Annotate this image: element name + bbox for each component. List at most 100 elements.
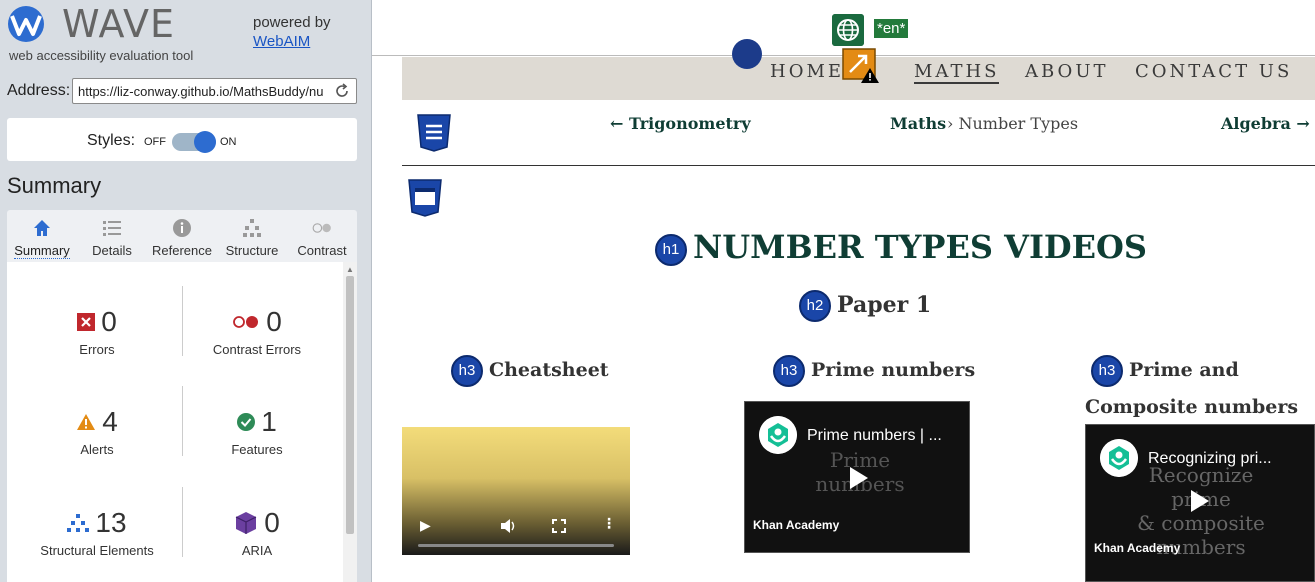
styles-on-label: ON	[220, 136, 237, 148]
address-value[interactable]: https://liz-conway.github.io/MathsBuddy/…	[78, 84, 330, 99]
contrast-errors-count: 0	[266, 306, 282, 337]
structure-icon	[243, 219, 261, 237]
more-options-icon[interactable]: ⋮	[602, 515, 616, 532]
breadcrumb: ← Trigonometry Maths › Number Types Alge…	[402, 100, 1315, 166]
scroll-thumb[interactable]	[346, 276, 354, 534]
tab-reference[interactable]: Reference	[147, 210, 217, 262]
address-input[interactable]: https://liz-conway.github.io/MathsBuddy/…	[72, 78, 357, 104]
h3-badge-icon[interactable]: h3	[773, 355, 805, 387]
section-heading-text: Paper 1	[837, 292, 932, 318]
prime-composite-video[interactable]: Recognize prime & composite numbers Reco…	[1085, 424, 1315, 582]
styles-label: Styles:	[87, 132, 136, 149]
h2-badge-icon[interactable]: h2	[799, 290, 831, 322]
tab-details[interactable]: Details	[77, 210, 147, 262]
stat-divider	[182, 487, 183, 557]
stat-divider	[182, 286, 183, 356]
css-style-icon[interactable]	[407, 179, 443, 217]
video-heading-prime-composite: h3 Prime and	[1091, 355, 1239, 387]
reload-icon[interactable]	[334, 82, 350, 100]
video-heading-text: Prime and	[1129, 359, 1239, 381]
language-badge: *en*	[874, 19, 909, 38]
styles-toggle-panel: Styles: OFF ON	[7, 118, 357, 161]
contrast-icon	[312, 223, 331, 233]
nav-maths[interactable]: MATHS	[914, 61, 1000, 84]
contrast-error-icon	[233, 316, 259, 328]
tab-label: Contrast	[297, 243, 347, 258]
css-style-icon[interactable]	[416, 114, 452, 152]
tab-label: Reference	[152, 243, 212, 258]
tab-label: Summary	[14, 243, 70, 259]
breadcrumb-current: › Number Types	[947, 114, 1079, 133]
error-icon	[77, 313, 96, 331]
features-count: 1	[261, 406, 277, 437]
structural-label: Structural Elements	[40, 543, 154, 558]
aria-stat[interactable]: 0 ARIA	[177, 507, 337, 558]
h1-badge-icon[interactable]: h1	[655, 233, 687, 266]
contrast-errors-label: Contrast Errors	[212, 342, 302, 357]
aria-label: ARIA	[241, 543, 273, 558]
errors-stat[interactable]: 0 Errors	[17, 306, 177, 357]
features-label: Features	[231, 442, 283, 457]
wave-alert-image-icon[interactable]	[842, 46, 880, 84]
khan-academy-logo-icon	[759, 416, 797, 454]
play-icon[interactable]	[1191, 490, 1209, 512]
video-heading-prime: h3 Prime numbers	[773, 355, 975, 387]
video-title[interactable]: Recognizing pri...	[1148, 450, 1272, 468]
structural-count: 13	[95, 507, 127, 538]
alerts-count: 4	[102, 406, 118, 437]
powered-by-label: powered by	[253, 14, 331, 31]
breadcrumb-prev-link[interactable]: ← Trigonometry	[610, 114, 751, 133]
fullscreen-icon[interactable]	[552, 519, 566, 533]
cheatsheet-video[interactable]: ▶ ⋮	[402, 427, 630, 555]
play-icon[interactable]	[850, 467, 868, 489]
tab-structure[interactable]: Structure	[217, 210, 287, 262]
khan-academy-brand: Khan Academy	[753, 518, 840, 532]
h3-badge-icon[interactable]: h3	[451, 355, 483, 387]
alert-icon	[77, 414, 96, 430]
structure-icon	[67, 514, 90, 532]
features-stat[interactable]: 1 Features	[177, 406, 337, 457]
globe-icon[interactable]	[832, 14, 864, 46]
address-label: Address:	[7, 82, 71, 99]
volume-icon[interactable]	[500, 518, 518, 534]
breadcrumb-next-link[interactable]: Algebra →	[1221, 114, 1310, 133]
nav-about[interactable]: ABOUT	[1025, 61, 1109, 82]
prime-numbers-video[interactable]: Prime numbers Prime numbers | ... Khan A…	[744, 401, 970, 553]
nav-contact-us[interactable]: CONTACT US	[1135, 61, 1292, 82]
video-progress-bar[interactable]	[418, 544, 614, 547]
breadcrumb-maths-link[interactable]: Maths	[890, 114, 946, 133]
toggle-knob[interactable]	[194, 131, 216, 153]
webaim-link[interactable]: WebAIM	[253, 33, 310, 50]
video-controls: ▶ ⋮	[402, 515, 630, 555]
aria-count: 0	[264, 507, 280, 538]
tab-summary[interactable]: Summary	[7, 210, 77, 262]
contrast-errors-stat[interactable]: 0 Contrast Errors	[177, 306, 337, 357]
thumbnail-line: & composite	[1137, 511, 1265, 535]
feature-check-icon	[237, 413, 256, 431]
stat-divider	[182, 386, 183, 456]
video-heading-text: Prime numbers	[811, 359, 976, 381]
section-heading: h2 Paper 1	[799, 290, 931, 322]
alerts-stat[interactable]: 4 Alerts	[17, 406, 177, 457]
alerts-label: Alerts	[80, 442, 114, 457]
nav-home[interactable]: HOME	[770, 61, 844, 82]
tab-contrast[interactable]: Contrast	[287, 210, 357, 262]
h3-badge-icon[interactable]: h3	[1091, 355, 1123, 387]
page-title: h1 NUMBER TYPES VIDEOS	[655, 228, 1147, 266]
styles-toggle[interactable]	[172, 131, 216, 153]
play-icon[interactable]: ▶	[420, 517, 431, 534]
tab-label: Structure	[225, 243, 279, 258]
tab-label: Details	[92, 243, 132, 258]
sidebar-scrollbar[interactable]: ▲	[343, 262, 357, 582]
video-title[interactable]: Prime numbers | ...	[807, 427, 942, 445]
aria-cube-icon	[235, 512, 257, 534]
page-title-text: NUMBER TYPES VIDEOS	[693, 228, 1148, 266]
wave-tabs: Summary Details Reference Structure Cont…	[7, 210, 357, 262]
scroll-up-arrow-icon[interactable]: ▲	[346, 265, 354, 274]
errors-count: 0	[101, 306, 117, 337]
errors-label: Errors	[79, 342, 115, 357]
wave-sidebar: WAVE web accessibility evaluation tool p…	[0, 0, 372, 582]
khan-academy-logo-icon	[1100, 439, 1138, 477]
structural-stat[interactable]: 13 Structural Elements	[17, 507, 177, 558]
page-content: *en* HOME MATHS ABOUT CONTACT US ← Trigo…	[372, 0, 1315, 582]
